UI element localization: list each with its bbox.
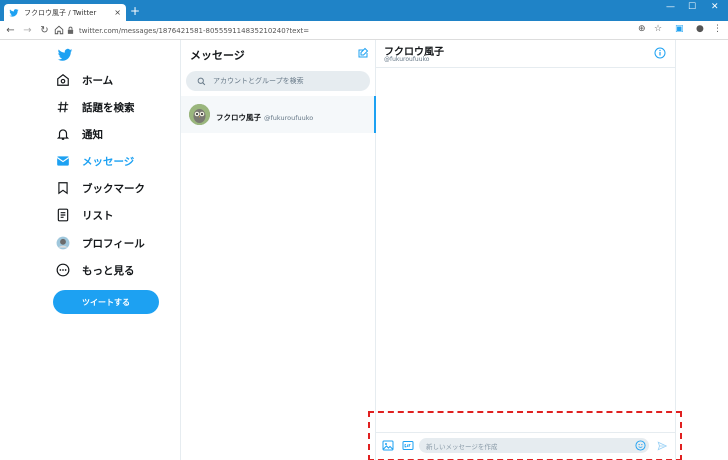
left-navigation: ホーム 話題を検索 通知 メッセージ ブックマーク リスト プロフィール もっと… bbox=[0, 40, 181, 460]
hashtag-icon bbox=[57, 101, 69, 113]
back-icon[interactable]: ← bbox=[2, 25, 19, 36]
mail-icon bbox=[56, 156, 70, 166]
conversation-list-item[interactable]: フクロウ風子 @fukuroufuuko bbox=[181, 96, 376, 133]
maximize-window-icon[interactable]: ☐ bbox=[688, 2, 696, 12]
nav-item-explore[interactable]: 話題を検索 bbox=[56, 97, 135, 117]
nav-item-bookmarks[interactable]: ブックマーク bbox=[56, 178, 145, 198]
send-icon[interactable] bbox=[657, 441, 667, 451]
nav-item-messages[interactable]: メッセージ bbox=[56, 151, 134, 171]
nav-item-label: メッセージ bbox=[82, 155, 135, 168]
emoji-icon[interactable] bbox=[635, 440, 646, 451]
nav-item-home[interactable]: ホーム bbox=[56, 70, 113, 90]
minimize-window-icon[interactable]: — bbox=[666, 2, 675, 12]
message-input-placeholder: 新しいメッセージを作成 bbox=[426, 442, 498, 451]
conversation-name: フクロウ風子 bbox=[216, 113, 261, 122]
image-icon[interactable] bbox=[382, 440, 394, 451]
nav-item-label: プロフィール bbox=[82, 237, 145, 250]
tab-close-icon[interactable]: × bbox=[114, 8, 121, 17]
tab-title: フクロウ風子 / Twitter bbox=[24, 8, 97, 17]
home-browser-icon[interactable] bbox=[54, 25, 64, 35]
new-tab-button[interactable]: + bbox=[130, 4, 140, 18]
search-placeholder: アカウントとグループを検索 bbox=[213, 77, 304, 85]
browser-tab[interactable]: フクロウ風子 / Twitter × bbox=[4, 4, 126, 21]
menu-dots-icon[interactable]: ⋮ bbox=[713, 24, 722, 34]
nav-item-label: もっと見る bbox=[82, 264, 135, 277]
home-icon bbox=[57, 74, 69, 86]
lens-icon[interactable]: ⊕ bbox=[638, 24, 646, 34]
nav-item-more[interactable]: もっと見る bbox=[56, 260, 135, 280]
search-input[interactable]: アカウントとグループを検索 bbox=[186, 71, 370, 91]
nav-item-label: 通知 bbox=[82, 128, 103, 141]
close-window-icon[interactable]: ✕ bbox=[711, 2, 719, 12]
bell-icon bbox=[56, 129, 70, 140]
tweet-button[interactable]: ツイートする bbox=[53, 290, 159, 314]
search-icon bbox=[197, 77, 206, 85]
lock-icon bbox=[67, 26, 74, 34]
forward-icon[interactable]: → bbox=[19, 25, 36, 36]
nav-item-profile[interactable]: プロフィール bbox=[56, 233, 145, 253]
url-text: twitter.com/messages/1876421581-80555911… bbox=[79, 26, 310, 35]
list-icon bbox=[57, 208, 69, 222]
account-icon[interactable]: ● bbox=[696, 24, 704, 34]
browser-title-bar: フクロウ風子 / Twitter × + — ☐ ✕ bbox=[0, 0, 728, 21]
address-bar[interactable]: twitter.com/messages/1876421581-80555911… bbox=[66, 23, 666, 38]
new-message-icon[interactable] bbox=[357, 47, 369, 59]
info-icon[interactable] bbox=[654, 47, 666, 59]
messages-header: メッセージ bbox=[190, 49, 245, 62]
messages-column: メッセージ アカウントとグループを検索 フクロウ風子 @fukuroufuuko bbox=[181, 40, 376, 460]
bookmark-star-icon[interactable]: ☆ bbox=[654, 24, 662, 34]
more-icon bbox=[56, 263, 70, 277]
nav-item-label: リスト bbox=[82, 209, 114, 222]
gif-icon[interactable] bbox=[402, 440, 414, 451]
bookmark-icon bbox=[58, 182, 68, 195]
conversation-panel: フクロウ風子 @fukuroufuuko 新しいメッセージを作成 bbox=[376, 40, 676, 460]
nav-item-label: ブックマーク bbox=[82, 182, 145, 195]
avatar-icon bbox=[56, 236, 70, 250]
owl-avatar-icon bbox=[189, 104, 210, 125]
conversation-title-handle: @fukuroufuuko bbox=[384, 56, 430, 63]
nav-item-lists[interactable]: リスト bbox=[56, 205, 114, 225]
avatar bbox=[189, 104, 210, 125]
nav-item-notifications[interactable]: 通知 bbox=[56, 124, 103, 144]
nav-item-label: 話題を検索 bbox=[82, 101, 135, 114]
nav-item-label: ホーム bbox=[82, 74, 114, 87]
browser-toolbar: ← → ↻ twitter.com/messages/1876421581-80… bbox=[0, 21, 728, 40]
twitter-logo-icon[interactable] bbox=[56, 47, 74, 63]
composer-divider bbox=[376, 432, 676, 433]
message-input[interactable]: 新しいメッセージを作成 bbox=[419, 438, 649, 453]
twitter-favicon-icon bbox=[9, 8, 19, 17]
conversation-handle: @fukuroufuuko bbox=[264, 114, 314, 122]
header-divider bbox=[376, 67, 676, 68]
reload-icon[interactable]: ↻ bbox=[36, 25, 53, 36]
extension-icon[interactable]: ▣ bbox=[675, 24, 684, 34]
